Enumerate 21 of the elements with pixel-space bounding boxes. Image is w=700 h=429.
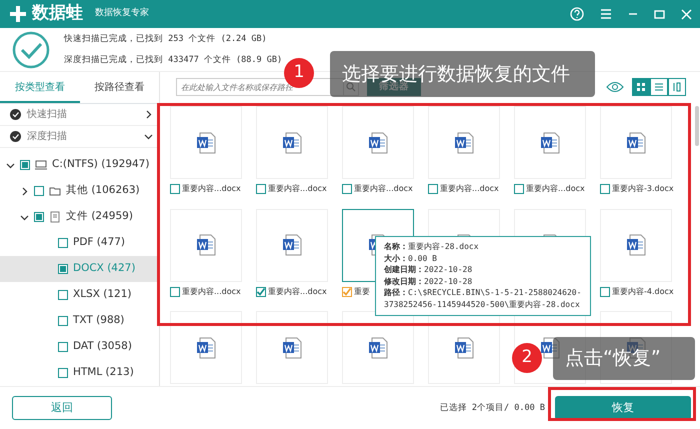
step-hint-tooltip: 点击“恢复” [553,337,695,380]
tooltip-line: 名称：重要内容-28.docx [384,241,480,253]
tooltip-line: 路径：C:\$RECYCLE.BIN\S-1-5-21-2588024620-3738252456-1145944520-500\重要内容-28.docx [384,287,582,311]
file-name: 重要 [354,286,370,298]
file-name: 重要内容...docx [182,183,241,195]
file-name: 重要内容-3.docx [612,183,674,195]
scan-summary-text: 快速扫描已完成，已找到 253 个文件 (2.24 GB) [64,32,268,46]
selection-status: 已选择 2个项目/ 0.00 B [440,402,545,414]
app-subtitle: 数据恢复专家 [95,7,149,20]
app-logo: 数据蛙 [32,2,83,26]
file-name: 重要内容...docx [182,286,241,298]
tooltip-line: 大小：0.00 B [384,252,438,264]
scan-summary-text: 深度扫描已完成，已找到 433477 个文件 (88.9 GB) [64,54,282,66]
file-name: 重要内容...docx [268,286,327,298]
file-name: 重要内容...docx [440,183,499,195]
tooltip-line: 创建日期：2022-10-28 [384,264,474,276]
file-name: 重要内容...docx [268,183,327,195]
file-name: 重要内容...docx [526,183,585,195]
file-name: 重要内容-4.docx [612,286,674,298]
tooltip-line: 修改日期：2022-10-28 [384,276,474,288]
file-name: 重要内容...docx [354,183,413,195]
